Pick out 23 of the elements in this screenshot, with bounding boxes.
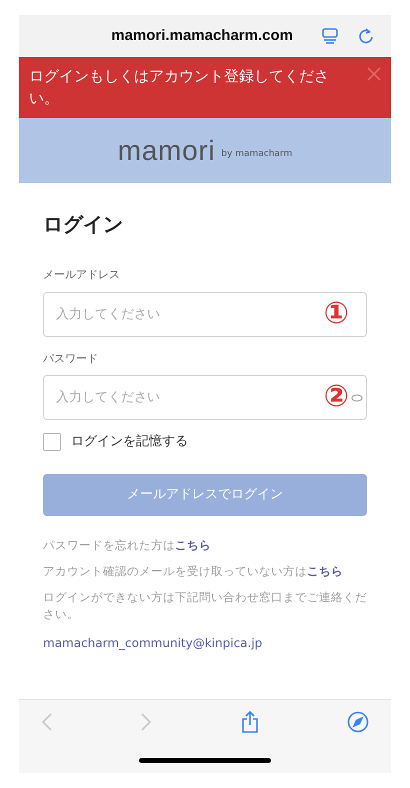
help-text: パスワードを忘れた方は こちら xyxy=(43,536,212,554)
annotation-number: ② xyxy=(324,382,349,412)
page-title: ログイン xyxy=(43,211,124,238)
reader-icon[interactable] xyxy=(321,27,339,45)
compass-icon[interactable] xyxy=(346,711,369,733)
reload-icon[interactable] xyxy=(357,27,375,45)
annotation-number: ① xyxy=(324,298,349,328)
field-label: パスワード xyxy=(43,350,99,366)
help-link[interactable]: こちら xyxy=(175,538,211,552)
logo-tagline: by mamacharm xyxy=(221,148,292,161)
help-text: アカウント確認のメールを受け取っていない方は こちら xyxy=(43,562,344,580)
field-label: メールアドレス xyxy=(43,267,121,283)
url-text[interactable]: mamori.mamacharm.com xyxy=(111,24,293,48)
help-text: ログインができない方は下記問い合わせ窓口までご連絡ください。 xyxy=(43,588,367,622)
help-link[interactable]: こちら xyxy=(307,564,343,578)
share-icon[interactable] xyxy=(240,710,260,734)
contact-email-link[interactable]: mamacharm_community@kinpica.jp xyxy=(43,634,367,652)
alert-message: ログインもしくはアカウント登録してください。 xyxy=(29,66,330,109)
logo-text: mamori xyxy=(118,134,216,168)
close-button[interactable] xyxy=(367,67,381,81)
close-icon xyxy=(367,67,381,81)
checkbox[interactable] xyxy=(43,432,61,451)
checkbox-label: ログインを記憶する xyxy=(71,433,188,451)
